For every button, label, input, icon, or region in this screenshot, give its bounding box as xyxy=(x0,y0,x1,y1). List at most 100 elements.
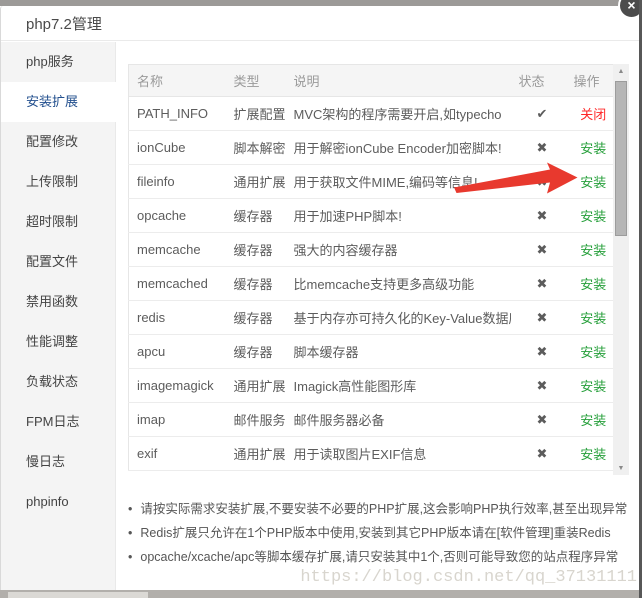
sidebar-item-load-status[interactable]: 负载状态 xyxy=(1,362,115,402)
ext-type: 扩展配置 xyxy=(226,97,286,131)
modal-titlebar: php7.2管理 xyxy=(1,6,639,41)
ext-desc: Imagick高性能图形库 xyxy=(286,369,511,403)
status-cross-icon: ✖ xyxy=(511,165,566,199)
ext-type: 缓存器 xyxy=(226,267,286,301)
install-extension-link[interactable]: 安装 xyxy=(580,141,606,156)
bullet-icon: • xyxy=(128,521,132,545)
notes-list: • 请按实际需求安装扩展,不要安装不必要的PHP扩展,这会影响PHP执行效率,甚至… xyxy=(128,497,633,569)
status-cross-icon: ✖ xyxy=(511,403,566,437)
note-text: opcache/xcache/apc等脚本缓存扩展,请只安装其中1个,否则可能导… xyxy=(140,545,618,569)
note-text: 请按实际需求安装扩展,不要安装不必要的PHP扩展,这会影响PHP执行效率,甚至出… xyxy=(140,497,627,521)
column-header-type: 类型 xyxy=(226,65,286,97)
sidebar-item-phpinfo[interactable]: phpinfo xyxy=(1,482,115,522)
status-cross-icon: ✖ xyxy=(511,233,566,267)
note-item: • Redis扩展只允许在1个PHP版本中使用,安装到其它PHP版本请在[软件管理… xyxy=(128,521,633,545)
table-row: apcu 缓存器 脚本缓存器 ✖ 安装 xyxy=(129,335,614,369)
table-header-row: 名称 类型 说明 状态 操作 xyxy=(129,65,614,97)
install-extension-link[interactable]: 安装 xyxy=(580,209,606,224)
sidebar-item-config-file[interactable]: 配置文件 xyxy=(1,242,115,282)
sidebar-item-install-extensions[interactable]: 安装扩展 xyxy=(1,82,116,122)
status-cross-icon: ✖ xyxy=(511,267,566,301)
scrollbar-thumb[interactable] xyxy=(615,81,627,236)
table-row: fileinfo 通用扩展 用于获取文件MIME,编码等信息! ✖ 安装 xyxy=(129,165,614,199)
status-cross-icon: ✖ xyxy=(511,335,566,369)
ext-type: 脚本解密 xyxy=(226,131,286,165)
sidebar-item-slow-log[interactable]: 慢日志 xyxy=(1,442,115,482)
ext-type: 通用扩展 xyxy=(226,165,286,199)
ext-type: 邮件服务 xyxy=(226,403,286,437)
ext-desc: 强大的内容缓存器 xyxy=(286,233,511,267)
sidebar-item-upload-limit[interactable]: 上传限制 xyxy=(1,162,115,202)
sidebar-item-performance[interactable]: 性能调整 xyxy=(1,322,115,362)
install-extension-link[interactable]: 安装 xyxy=(580,277,606,292)
ext-type: 通用扩展 xyxy=(226,369,286,403)
page-title: php7.2管理 xyxy=(26,13,102,34)
install-fileinfo-link[interactable]: 安装 xyxy=(580,175,606,190)
bullet-icon: • xyxy=(128,497,132,521)
ext-desc: 比memcache支持更多高级功能 xyxy=(286,267,511,301)
sidebar-item-config-modify[interactable]: 配置修改 xyxy=(1,122,115,162)
table-row: imagemagick 通用扩展 Imagick高性能图形库 ✖ 安装 xyxy=(129,369,614,403)
table-row: opcache 缓存器 用于加速PHP脚本! ✖ 安装 xyxy=(129,199,614,233)
ext-name: memcached xyxy=(129,267,226,301)
ext-name: exif xyxy=(129,437,226,471)
ext-desc: 用于加速PHP脚本! xyxy=(286,199,511,233)
sidebar-item-fpm-log[interactable]: FPM日志 xyxy=(1,402,115,442)
sidebar-item-timeout-limit[interactable]: 超时限制 xyxy=(1,202,115,242)
ext-type: 缓存器 xyxy=(226,233,286,267)
table-row: ionCube 脚本解密 用于解密ionCube Encoder加密脚本! ✖ … xyxy=(129,131,614,165)
ext-name: fileinfo xyxy=(129,165,226,199)
ext-name: opcache xyxy=(129,199,226,233)
extensions-table: 名称 类型 说明 状态 操作 PATH_INFO 扩展配置 MVC架构的程序需要… xyxy=(128,64,614,471)
ext-type: 缓存器 xyxy=(226,335,286,369)
ext-type: 缓存器 xyxy=(226,199,286,233)
sidebar-item-php-service[interactable]: php服务 xyxy=(1,42,115,82)
ext-name: PATH_INFO xyxy=(129,97,226,131)
install-extension-link[interactable]: 安装 xyxy=(580,447,606,462)
ext-name: ionCube xyxy=(129,131,226,165)
install-extension-link[interactable]: 安装 xyxy=(580,379,606,394)
status-cross-icon: ✖ xyxy=(511,199,566,233)
table-row: exif 通用扩展 用于读取图片EXIF信息 ✖ 安装 xyxy=(129,437,614,471)
status-cross-icon: ✖ xyxy=(511,369,566,403)
note-item: • 请按实际需求安装扩展,不要安装不必要的PHP扩展,这会影响PHP执行效率,甚至… xyxy=(128,497,633,521)
scrollbar-up-icon[interactable]: ▲ xyxy=(613,68,629,75)
install-extension-link[interactable]: 安装 xyxy=(580,243,606,258)
column-header-action: 操作 xyxy=(566,65,614,97)
status-cross-icon: ✖ xyxy=(511,437,566,471)
table-row: PATH_INFO 扩展配置 MVC架构的程序需要开启,如typecho ✔ 关… xyxy=(129,97,614,131)
ext-desc: 用于读取图片EXIF信息 xyxy=(286,437,511,471)
ext-desc: 脚本缓存器 xyxy=(286,335,511,369)
scrollbar-down-icon[interactable]: ▼ xyxy=(613,465,629,472)
ext-desc: MVC架构的程序需要开启,如typecho xyxy=(286,97,511,131)
status-cross-icon: ✖ xyxy=(511,301,566,335)
sidebar-item-disabled-functions[interactable]: 禁用函数 xyxy=(1,282,115,322)
ext-name: memcache xyxy=(129,233,226,267)
ext-desc: 基于内存亦可持久化的Key-Value数据库 xyxy=(286,301,511,335)
ext-type: 通用扩展 xyxy=(226,437,286,471)
note-item: • opcache/xcache/apc等脚本缓存扩展,请只安装其中1个,否则可能… xyxy=(128,545,633,569)
status-cross-icon: ✖ xyxy=(511,131,566,165)
ext-name: redis xyxy=(129,301,226,335)
table-row: imap 邮件服务 邮件服务器必备 ✖ 安装 xyxy=(129,403,614,437)
ext-name: imap xyxy=(129,403,226,437)
column-header-name: 名称 xyxy=(129,65,226,97)
main-content: 名称 类型 说明 状态 操作 PATH_INFO 扩展配置 MVC架构的程序需要… xyxy=(117,42,640,596)
bullet-icon: • xyxy=(128,545,132,569)
ext-type: 缓存器 xyxy=(226,301,286,335)
watermark-url: https://blog.csdn.net/qq_37131111 xyxy=(300,568,637,587)
column-header-desc: 说明 xyxy=(286,65,511,97)
table-row: memcached 缓存器 比memcache支持更多高级功能 ✖ 安装 xyxy=(129,267,614,301)
sidebar: php服务 安装扩展 配置修改 上传限制 超时限制 配置文件 禁用函数 性能调整… xyxy=(1,42,116,590)
note-text: Redis扩展只允许在1个PHP版本中使用,安装到其它PHP版本请在[软件管理]… xyxy=(140,521,610,545)
php-manager-modal: × php7.2管理 php服务 安装扩展 配置修改 上传限制 超时限制 配置文… xyxy=(0,6,639,590)
close-extension-link[interactable]: 关闭 xyxy=(580,107,606,122)
install-extension-link[interactable]: 安装 xyxy=(580,311,606,326)
install-extension-link[interactable]: 安装 xyxy=(580,413,606,428)
install-extension-link[interactable]: 安装 xyxy=(580,345,606,360)
ext-name: apcu xyxy=(129,335,226,369)
table-scrollbar[interactable]: ▲ ▼ xyxy=(613,64,629,475)
ext-desc: 用于获取文件MIME,编码等信息! xyxy=(286,165,511,199)
table-row: memcache 缓存器 强大的内容缓存器 ✖ 安装 xyxy=(129,233,614,267)
column-header-status: 状态 xyxy=(511,65,566,97)
